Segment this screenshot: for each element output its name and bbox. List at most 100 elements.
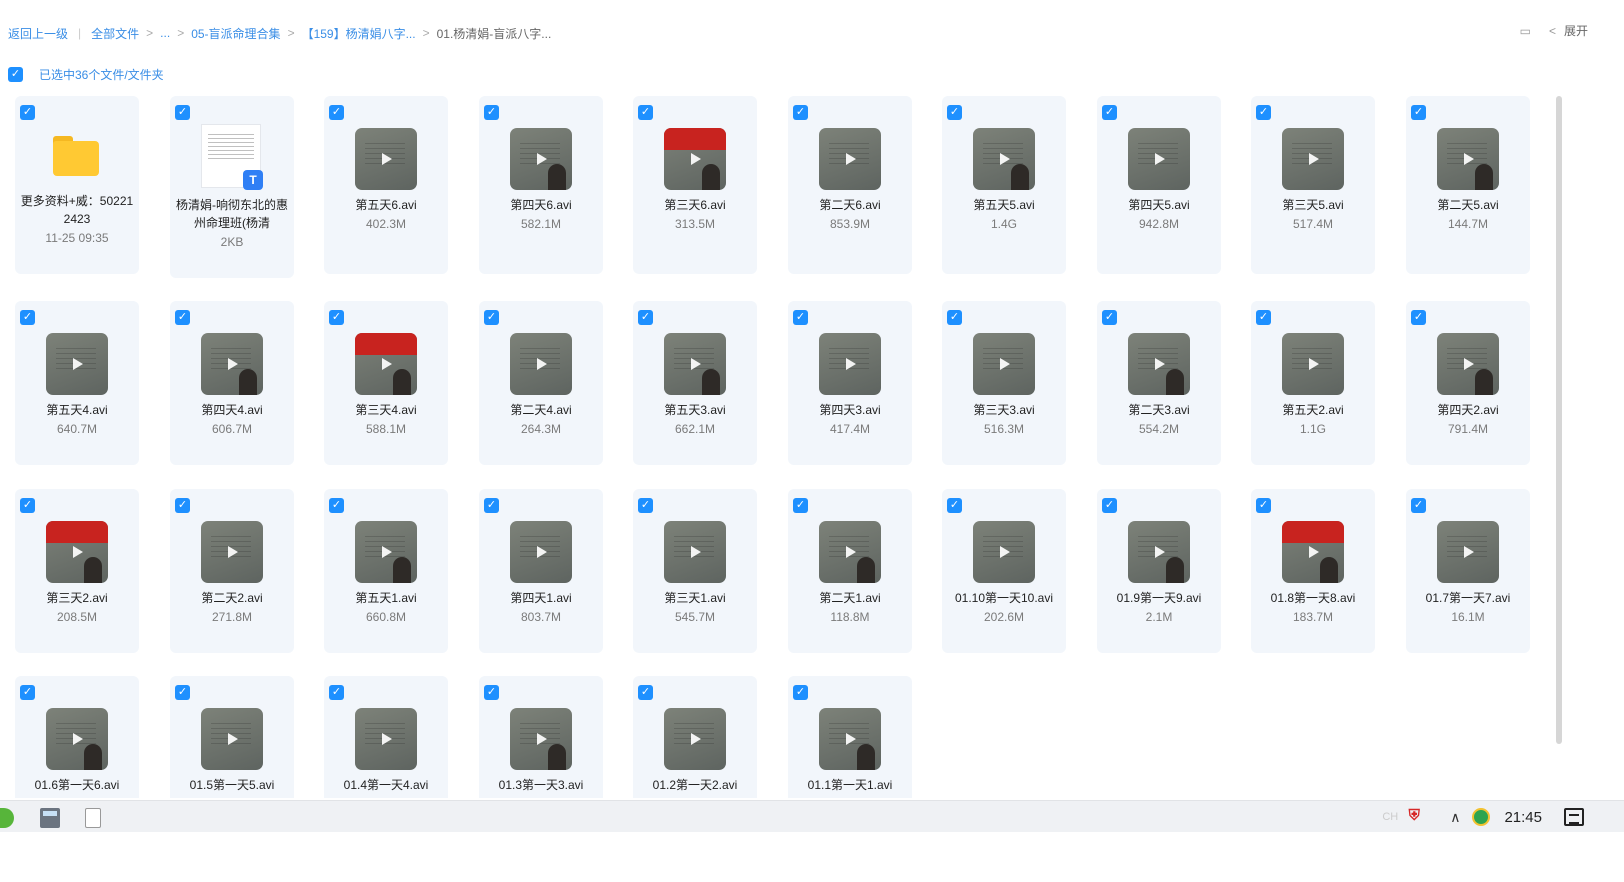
security-app-icon[interactable]: ⛨ bbox=[1404, 807, 1424, 827]
item-checkbox[interactable]: ✓ bbox=[1102, 498, 1117, 513]
file-item[interactable]: ✓ 01.4第一天4.avi bbox=[324, 676, 448, 798]
file-item[interactable]: ✓ 第四天2.avi 791.4M bbox=[1406, 301, 1530, 465]
folder-icon bbox=[53, 136, 99, 176]
file-item[interactable]: ✓ 01.7第一天7.avi 16.1M bbox=[1406, 489, 1530, 653]
item-checkbox[interactable]: ✓ bbox=[1102, 310, 1117, 325]
item-checkbox[interactable]: ✓ bbox=[1256, 105, 1271, 120]
play-icon bbox=[228, 358, 238, 370]
video-thumbnail bbox=[819, 521, 881, 583]
item-checkbox[interactable]: ✓ bbox=[1411, 105, 1426, 120]
item-checkbox[interactable]: ✓ bbox=[793, 105, 808, 120]
file-item[interactable]: ✓ 第三天4.avi 588.1M bbox=[324, 301, 448, 465]
file-item[interactable]: ✓ 第二天3.avi 554.2M bbox=[1097, 301, 1221, 465]
file-item[interactable]: ✓ 第二天6.avi 853.9M bbox=[788, 96, 912, 274]
item-checkbox[interactable]: ✓ bbox=[484, 685, 499, 700]
back-link[interactable]: 返回上一级 bbox=[8, 25, 68, 42]
notification-icon[interactable] bbox=[1564, 808, 1584, 826]
file-item[interactable]: ✓ 01.5第一天5.avi bbox=[170, 676, 294, 798]
item-checkbox[interactable]: ✓ bbox=[175, 310, 190, 325]
video-thumbnail bbox=[46, 708, 108, 770]
chevron-up-icon[interactable]: ∧ bbox=[1450, 809, 1460, 826]
folder-item[interactable]: ✓ 更多资料+威：502212423 11-25 09:35 bbox=[15, 96, 139, 274]
item-checkbox[interactable]: ✓ bbox=[947, 498, 962, 513]
file-item[interactable]: ✓ 第四天3.avi 417.4M bbox=[788, 301, 912, 465]
calculator-icon[interactable] bbox=[40, 808, 60, 828]
file-item[interactable]: ✓ 第三天6.avi 313.5M bbox=[633, 96, 757, 274]
expand-button[interactable]: < 展开 bbox=[1549, 22, 1588, 39]
item-checkbox[interactable]: ✓ bbox=[20, 498, 35, 513]
breadcrumb-level2[interactable]: 【159】杨清娟八字... bbox=[302, 25, 416, 42]
file-item[interactable]: ✓ 第五天3.avi 662.1M bbox=[633, 301, 757, 465]
item-checkbox[interactable]: ✓ bbox=[793, 685, 808, 700]
file-item[interactable]: ✓ 01.10第一天10.avi 202.6M bbox=[942, 489, 1066, 653]
item-checkbox[interactable]: ✓ bbox=[1256, 310, 1271, 325]
file-item[interactable]: ✓ 第二天1.avi 118.8M bbox=[788, 489, 912, 653]
file-item[interactable]: ✓ 01.3第一天3.avi bbox=[479, 676, 603, 798]
item-checkbox[interactable]: ✓ bbox=[793, 498, 808, 513]
file-item[interactable]: ✓ 第三天3.avi 516.3M bbox=[942, 301, 1066, 465]
file-item[interactable]: ✓ 第二天2.avi 271.8M bbox=[170, 489, 294, 653]
item-checkbox[interactable]: ✓ bbox=[484, 310, 499, 325]
network-status-icon[interactable] bbox=[1472, 808, 1491, 826]
file-item[interactable]: ✓ 01.1第一天1.avi bbox=[788, 676, 912, 798]
item-checkbox[interactable]: ✓ bbox=[329, 105, 344, 120]
file-item[interactable]: ✓ T 杨清娟-响彻东北的惠州命理班(杨清 2KB bbox=[170, 96, 294, 278]
item-checkbox[interactable]: ✓ bbox=[484, 498, 499, 513]
file-item[interactable]: ✓ 第二天5.avi 144.7M bbox=[1406, 96, 1530, 274]
file-item[interactable]: ✓ 第二天4.avi 264.3M bbox=[479, 301, 603, 465]
file-item[interactable]: ✓ 第三天1.avi 545.7M bbox=[633, 489, 757, 653]
browser-icon[interactable] bbox=[0, 808, 14, 828]
file-item[interactable]: ✓ 第四天1.avi 803.7M bbox=[479, 489, 603, 653]
file-name: 第二天2.avi bbox=[201, 591, 263, 605]
item-checkbox[interactable]: ✓ bbox=[947, 105, 962, 120]
file-item[interactable]: ✓ 第四天5.avi 942.8M bbox=[1097, 96, 1221, 274]
file-item[interactable]: ✓ 01.6第一天6.avi bbox=[15, 676, 139, 798]
view-mode-icon[interactable]: ▭ bbox=[1520, 24, 1531, 38]
item-checkbox[interactable]: ✓ bbox=[329, 498, 344, 513]
item-checkbox[interactable]: ✓ bbox=[1411, 310, 1426, 325]
file-item[interactable]: ✓ 第三天2.avi 208.5M bbox=[15, 489, 139, 653]
item-checkbox[interactable]: ✓ bbox=[1411, 498, 1426, 513]
select-all-checkbox[interactable]: ✓ bbox=[8, 67, 23, 82]
breadcrumb: 返回上一级 | 全部文件 > ... > 05-盲派命理合集 > 【159】杨清… bbox=[8, 24, 551, 42]
item-checkbox[interactable]: ✓ bbox=[1256, 498, 1271, 513]
breadcrumb-ellipsis[interactable]: ... bbox=[160, 26, 170, 40]
item-checkbox[interactable]: ✓ bbox=[20, 685, 35, 700]
input-method-indicator[interactable]: CH bbox=[1382, 811, 1398, 823]
item-checkbox[interactable]: ✓ bbox=[175, 498, 190, 513]
file-item[interactable]: ✓ 第五天5.avi 1.4G bbox=[942, 96, 1066, 274]
play-icon bbox=[73, 733, 83, 745]
file-item[interactable]: ✓ 第四天4.avi 606.7M bbox=[170, 301, 294, 465]
chevron-left-icon: < bbox=[1548, 23, 1556, 38]
file-item[interactable]: ✓ 第四天6.avi 582.1M bbox=[479, 96, 603, 274]
item-checkbox[interactable]: ✓ bbox=[329, 685, 344, 700]
notepad-icon[interactable] bbox=[85, 808, 101, 828]
file-item[interactable]: ✓ 第五天1.avi 660.8M bbox=[324, 489, 448, 653]
file-size: 118.8M bbox=[830, 610, 870, 624]
item-checkbox[interactable]: ✓ bbox=[329, 310, 344, 325]
file-item[interactable]: ✓ 01.9第一天9.avi 2.1M bbox=[1097, 489, 1221, 653]
item-checkbox[interactable]: ✓ bbox=[175, 105, 190, 120]
breadcrumb-all-files[interactable]: 全部文件 bbox=[91, 25, 139, 42]
item-checkbox[interactable]: ✓ bbox=[20, 105, 35, 120]
item-checkbox[interactable]: ✓ bbox=[947, 310, 962, 325]
file-item[interactable]: ✓ 第五天6.avi 402.3M bbox=[324, 96, 448, 274]
file-item[interactable]: ✓ 第五天2.avi 1.1G bbox=[1251, 301, 1375, 465]
item-checkbox[interactable]: ✓ bbox=[1102, 105, 1117, 120]
item-checkbox[interactable]: ✓ bbox=[638, 105, 653, 120]
file-item[interactable]: ✓ 第三天5.avi 517.4M bbox=[1251, 96, 1375, 274]
item-checkbox[interactable]: ✓ bbox=[638, 685, 653, 700]
vertical-scrollbar[interactable] bbox=[1556, 96, 1562, 744]
clock[interactable]: 21:45 bbox=[1504, 809, 1542, 826]
item-checkbox[interactable]: ✓ bbox=[484, 105, 499, 120]
item-checkbox[interactable]: ✓ bbox=[175, 685, 190, 700]
item-checkbox[interactable]: ✓ bbox=[638, 310, 653, 325]
file-item[interactable]: ✓ 第五天4.avi 640.7M bbox=[15, 301, 139, 465]
item-checkbox[interactable]: ✓ bbox=[638, 498, 653, 513]
breadcrumb-level1[interactable]: 05-盲派命理合集 bbox=[191, 25, 280, 42]
item-checkbox[interactable]: ✓ bbox=[20, 310, 35, 325]
file-item[interactable]: ✓ 01.8第一天8.avi 183.7M bbox=[1251, 489, 1375, 653]
file-item[interactable]: ✓ 01.2第一天2.avi bbox=[633, 676, 757, 798]
item-checkbox[interactable]: ✓ bbox=[793, 310, 808, 325]
file-size: 271.8M bbox=[211, 610, 253, 624]
